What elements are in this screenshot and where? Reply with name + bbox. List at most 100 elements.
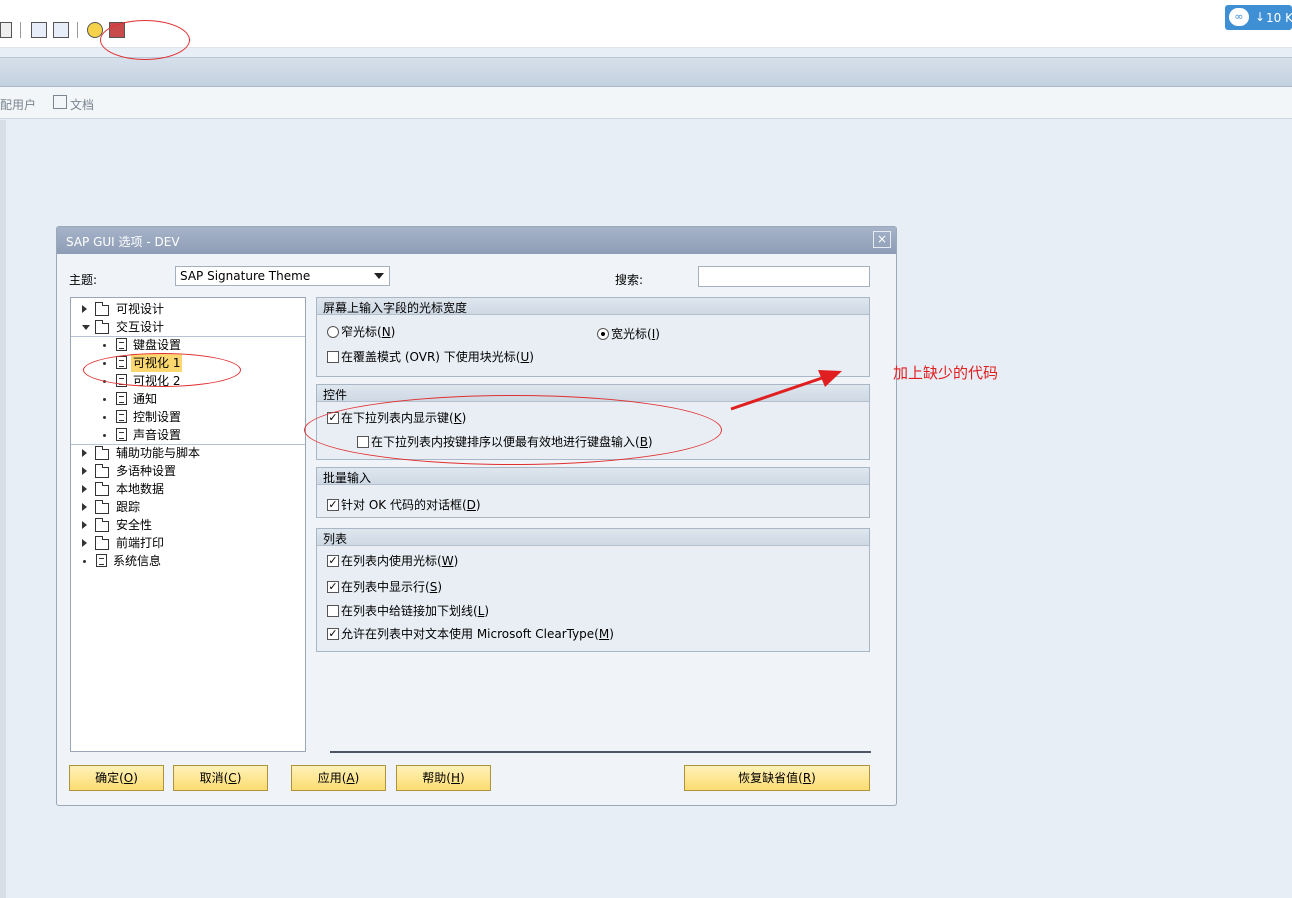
list-cursor-label[interactable]: 在列表内使用光标(W) — [341, 553, 458, 569]
tree-item-label: 本地数据 — [116, 482, 165, 496]
theme-select-value: SAP Signature Theme — [180, 269, 311, 283]
tree-item[interactable]: 控制设置 — [71, 408, 305, 426]
folder-icon — [95, 446, 109, 460]
document-icon — [116, 392, 127, 405]
wide-cursor-label[interactable]: 宽光标(I) — [611, 326, 660, 342]
bullet-icon — [103, 344, 106, 347]
ok-code-dialog-checkbox[interactable]: ✓ — [327, 499, 339, 511]
download-arrow-icon: ↓ — [1255, 10, 1266, 24]
annotation-ellipse — [304, 395, 722, 465]
application-toolbar: 配用户 文档 — [0, 87, 1292, 119]
list-links-checkbox[interactable] — [327, 605, 339, 617]
ok-code-dialog-label[interactable]: 针对 OK 代码的对话框(D) — [341, 497, 481, 513]
folder-icon — [95, 464, 109, 478]
expand-down-icon[interactable] — [82, 325, 90, 330]
tree-item[interactable]: 系统信息 — [71, 552, 305, 570]
tree-item-label: 辅助功能与脚本 — [116, 446, 201, 460]
group-title: 批量输入 — [317, 468, 869, 485]
folder-icon — [95, 320, 109, 334]
toolbar — [0, 0, 1292, 48]
expand-right-icon[interactable] — [82, 539, 87, 547]
cancel-button[interactable]: 取消(C) — [173, 765, 268, 791]
tree-item[interactable]: 可视设计 — [71, 300, 305, 318]
tree-item[interactable]: 多语种设置 — [71, 462, 305, 480]
wide-cursor-radio[interactable] — [597, 328, 609, 340]
group-title: 屏幕上输入字段的光标宽度 — [317, 298, 869, 315]
expand-right-icon[interactable] — [82, 485, 87, 493]
theme-label: 主题: — [69, 273, 98, 287]
divider — [330, 751, 871, 753]
tree-item[interactable]: 辅助功能与脚本 — [71, 444, 305, 462]
toolbar-separator — [77, 22, 78, 38]
ok-button[interactable]: 确定(O) — [69, 765, 164, 791]
toolbar-separator — [20, 22, 21, 38]
tree-item[interactable]: 安全性 — [71, 516, 305, 534]
theme-select[interactable]: SAP Signature Theme — [175, 266, 390, 286]
annotation-ellipse — [83, 353, 241, 387]
document-icon[interactable] — [53, 95, 67, 109]
expand-right-icon[interactable] — [82, 305, 87, 313]
narrow-cursor-label[interactable]: 窄光标(N) — [341, 324, 395, 340]
expand-right-icon[interactable] — [82, 467, 87, 475]
cloud-icon: ∞ — [1229, 8, 1249, 26]
tree-item-label: 通知 — [133, 392, 158, 406]
annotation-ellipse — [100, 20, 190, 60]
list-rows-label[interactable]: 在列表中显示行(S) — [341, 579, 442, 595]
tree-item-label: 声音设置 — [133, 428, 182, 442]
tree-item-label: 安全性 — [116, 518, 153, 532]
tree-item[interactable]: 交互设计 — [71, 318, 305, 336]
search-input[interactable] — [698, 266, 870, 287]
apply-button[interactable]: 应用(A) — [291, 765, 386, 791]
bullet-icon — [83, 560, 86, 563]
layout-icon[interactable] — [31, 22, 47, 38]
user-link[interactable]: 配用户 — [0, 96, 36, 113]
document-icon — [116, 428, 127, 441]
tree-item-label: 控制设置 — [133, 410, 182, 424]
tree-item-label: 可视设计 — [116, 302, 165, 316]
chevron-down-icon — [374, 273, 384, 279]
close-button[interactable]: × — [873, 231, 891, 248]
expand-right-icon[interactable] — [82, 503, 87, 511]
tree-item[interactable]: 本地数据 — [71, 480, 305, 498]
document-icon — [96, 554, 107, 567]
tree-item[interactable]: 键盘设置 — [71, 336, 305, 354]
bullet-icon — [103, 416, 106, 419]
dialog-title: SAP GUI 选项 - DEV — [57, 227, 896, 254]
download-widget[interactable]: ∞ ↓ 10 K — [1225, 5, 1292, 30]
tree-item[interactable]: 通知 — [71, 390, 305, 408]
document-icon — [116, 410, 127, 423]
expand-right-icon[interactable] — [82, 521, 87, 529]
sap-gui-options-dialog: SAP GUI 选项 - DEV × 主题: SAP Signature The… — [56, 226, 897, 806]
annotation-text: 加上缺少的代码 — [893, 364, 999, 382]
tree-item[interactable]: 跟踪 — [71, 498, 305, 516]
shortcut-icon[interactable] — [53, 22, 69, 38]
batch-input-group: 批量输入 ✓ 针对 OK 代码的对话框(D) — [316, 467, 870, 518]
list-links-label[interactable]: 在列表中给链接加下划线(L) — [341, 603, 489, 619]
bullet-icon — [103, 398, 106, 401]
folder-icon — [95, 302, 109, 316]
document-link[interactable]: 文档 — [70, 96, 94, 113]
folder-icon — [95, 536, 109, 550]
search-label: 搜索: — [615, 273, 644, 287]
cleartype-label[interactable]: 允许在列表中对文本使用 Microsoft ClearType(M) — [341, 626, 614, 642]
annotation-arrow — [730, 370, 842, 411]
settings-icon[interactable] — [0, 22, 12, 38]
block-cursor-checkbox[interactable] — [327, 351, 339, 363]
download-speed: 10 K — [1266, 11, 1292, 25]
list-cursor-checkbox[interactable]: ✓ — [327, 555, 339, 567]
list-rows-checkbox[interactable]: ✓ — [327, 581, 339, 593]
expand-right-icon[interactable] — [82, 449, 87, 457]
block-cursor-label[interactable]: 在覆盖模式 (OVR) 下使用块光标(U) — [341, 349, 534, 365]
tree-item-label: 键盘设置 — [133, 338, 182, 352]
narrow-cursor-radio[interactable] — [327, 326, 339, 338]
help-button[interactable]: 帮助(H) — [396, 765, 491, 791]
tree-item[interactable]: 声音设置 — [71, 426, 305, 444]
document-icon — [116, 338, 127, 351]
tree-item-label: 交互设计 — [116, 320, 165, 334]
folder-icon — [95, 482, 109, 496]
tree-item-label: 多语种设置 — [116, 464, 177, 478]
tree-item-label: 系统信息 — [113, 554, 162, 568]
cleartype-checkbox[interactable]: ✓ — [327, 628, 339, 640]
restore-defaults-button[interactable]: 恢复缺省值(R) — [684, 765, 870, 791]
tree-item[interactable]: 前端打印 — [71, 534, 305, 552]
